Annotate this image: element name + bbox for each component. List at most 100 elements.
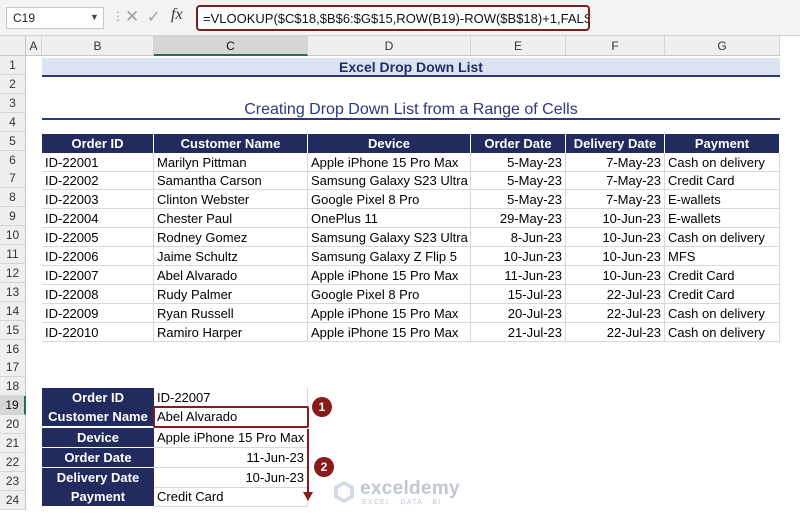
table-cell-order-date[interactable]: 29-May-23: [471, 209, 566, 229]
table-cell-device[interactable]: Samsung Galaxy S23 Ultra: [308, 228, 471, 248]
table-cell-device[interactable]: Samsung Galaxy Z Flip 5: [308, 247, 471, 266]
table-cell-order-date[interactable]: 5-May-23: [471, 152, 566, 172]
table-cell-order-date[interactable]: 8-Jun-23: [471, 228, 566, 248]
lookup-value-delivery-date[interactable]: 10-Jun-23: [154, 467, 308, 488]
table-cell-payment[interactable]: Cash on delivery: [665, 152, 780, 172]
column-header-b[interactable]: B: [42, 36, 154, 56]
table-cell-customer-name[interactable]: Rudy Palmer: [154, 284, 308, 304]
table-cell-order-id[interactable]: ID-22005: [42, 228, 154, 248]
insert-function-icon[interactable]: fx: [171, 6, 183, 24]
table-cell-customer-name[interactable]: Ramiro Harper: [154, 322, 308, 342]
lookup-value-order-id[interactable]: ID-22007: [154, 387, 308, 408]
table-cell-order-date[interactable]: 15-Jul-23: [471, 284, 566, 304]
column-header-g[interactable]: G: [665, 36, 780, 56]
row-header-13[interactable]: 13: [0, 282, 26, 302]
table-cell-payment[interactable]: Credit Card: [665, 284, 780, 304]
table-cell-customer-name[interactable]: Ryan Russell: [154, 303, 308, 323]
table-cell-order-id[interactable]: ID-22002: [42, 171, 154, 191]
table-cell-customer-name[interactable]: Chester Paul: [154, 209, 308, 229]
row-header-3[interactable]: 3: [0, 93, 26, 113]
select-all-corner[interactable]: [0, 36, 26, 56]
table-cell-payment[interactable]: Cash on delivery: [665, 322, 780, 342]
row-header-17[interactable]: 17: [0, 358, 26, 378]
row-header-16[interactable]: 16: [0, 339, 26, 359]
row-header-23[interactable]: 23: [0, 471, 26, 491]
lookup-value-order-date[interactable]: 11-Jun-23: [154, 448, 308, 468]
table-cell-customer-name[interactable]: Clinton Webster: [154, 190, 308, 210]
active-cell-outline[interactable]: [153, 406, 309, 428]
table-cell-delivery-date[interactable]: 7-May-23: [566, 152, 665, 172]
table-cell-customer-name[interactable]: Marilyn Pittman: [154, 152, 308, 172]
row-header-11[interactable]: 11: [0, 245, 26, 264]
table-cell-order-id[interactable]: ID-22008: [42, 284, 154, 304]
table-cell-device[interactable]: Google Pixel 8 Pro: [308, 190, 471, 210]
table-cell-device[interactable]: Google Pixel 8 Pro: [308, 284, 471, 304]
table-cell-device[interactable]: Apple iPhone 15 Pro Max: [308, 152, 471, 172]
table-cell-order-id[interactable]: ID-22006: [42, 247, 154, 266]
table-cell-order-id[interactable]: ID-22003: [42, 190, 154, 210]
column-header-e[interactable]: E: [471, 36, 566, 56]
table-cell-customer-name[interactable]: Rodney Gomez: [154, 228, 308, 248]
table-cell-order-date[interactable]: 5-May-23: [471, 190, 566, 210]
cancel-icon[interactable]: ✕: [125, 7, 139, 27]
row-header-4[interactable]: 4: [0, 112, 26, 132]
row-header-7[interactable]: 7: [0, 169, 26, 189]
lookup-value-device[interactable]: Apple iPhone 15 Pro Max: [154, 428, 308, 448]
table-cell-device[interactable]: Apple iPhone 15 Pro Max: [308, 303, 471, 323]
table-cell-order-date[interactable]: 10-Jun-23: [471, 247, 566, 266]
table-cell-order-id[interactable]: ID-22010: [42, 322, 154, 342]
row-header-9[interactable]: 9: [0, 207, 26, 227]
table-cell-payment[interactable]: MFS: [665, 247, 780, 266]
row-header-12[interactable]: 12: [0, 263, 26, 283]
table-cell-delivery-date[interactable]: 10-Jun-23: [566, 265, 665, 285]
row-header-18[interactable]: 18: [0, 377, 26, 397]
row-header-21[interactable]: 21: [0, 434, 26, 453]
row-header-19[interactable]: 19: [0, 396, 26, 416]
column-header-f[interactable]: F: [566, 36, 665, 56]
table-cell-delivery-date[interactable]: 22-Jul-23: [566, 322, 665, 342]
column-header-d[interactable]: D: [308, 36, 471, 56]
table-cell-device[interactable]: Apple iPhone 15 Pro Max: [308, 322, 471, 342]
table-cell-delivery-date[interactable]: 22-Jul-23: [566, 303, 665, 323]
table-cell-delivery-date[interactable]: 10-Jun-23: [566, 209, 665, 229]
row-header-1[interactable]: 1: [0, 56, 26, 75]
table-cell-payment[interactable]: E-wallets: [665, 209, 780, 229]
table-cell-device[interactable]: OnePlus 11: [308, 209, 471, 229]
table-cell-payment[interactable]: E-wallets: [665, 190, 780, 210]
table-cell-payment[interactable]: Cash on delivery: [665, 303, 780, 323]
table-cell-delivery-date[interactable]: 22-Jul-23: [566, 284, 665, 304]
row-header-22[interactable]: 22: [0, 452, 26, 472]
table-cell-delivery-date[interactable]: 10-Jun-23: [566, 247, 665, 266]
row-header-15[interactable]: 15: [0, 320, 26, 340]
table-cell-delivery-date[interactable]: 7-May-23: [566, 171, 665, 191]
table-cell-order-id[interactable]: ID-22009: [42, 303, 154, 323]
table-cell-order-date[interactable]: 20-Jul-23: [471, 303, 566, 323]
table-cell-payment[interactable]: Credit Card: [665, 171, 780, 191]
table-cell-customer-name[interactable]: Samantha Carson: [154, 171, 308, 191]
column-header-a[interactable]: A: [26, 36, 42, 56]
lookup-value-payment[interactable]: Credit Card: [154, 487, 308, 507]
table-cell-order-date[interactable]: 5-May-23: [471, 171, 566, 191]
table-cell-device[interactable]: Apple iPhone 15 Pro Max: [308, 265, 471, 285]
table-cell-payment[interactable]: Credit Card: [665, 265, 780, 285]
row-header-10[interactable]: 10: [0, 226, 26, 246]
table-cell-device[interactable]: Samsung Galaxy S23 Ultra: [308, 171, 471, 191]
enter-icon[interactable]: ✓: [147, 7, 160, 27]
table-cell-customer-name[interactable]: Abel Alvarado: [154, 265, 308, 285]
row-header-6[interactable]: 6: [0, 150, 26, 170]
row-header-14[interactable]: 14: [0, 301, 26, 321]
table-cell-delivery-date[interactable]: 10-Jun-23: [566, 228, 665, 248]
table-cell-order-date[interactable]: 11-Jun-23: [471, 265, 566, 285]
chevron-down-icon[interactable]: ▼: [90, 12, 99, 22]
row-header-2[interactable]: 2: [0, 74, 26, 94]
table-cell-customer-name[interactable]: Jaime Schultz: [154, 247, 308, 266]
column-header-c[interactable]: C: [154, 36, 308, 56]
table-cell-order-id[interactable]: ID-22007: [42, 265, 154, 285]
row-header-24[interactable]: 24: [0, 490, 26, 510]
table-cell-payment[interactable]: Cash on delivery: [665, 228, 780, 248]
row-header-5[interactable]: 5: [0, 131, 26, 151]
table-cell-order-id[interactable]: ID-22001: [42, 152, 154, 172]
row-header-8[interactable]: 8: [0, 188, 26, 208]
table-cell-delivery-date[interactable]: 7-May-23: [566, 190, 665, 210]
formula-input[interactable]: =VLOOKUP($C$18,$B$6:$G$15,ROW(B19)-ROW($…: [196, 5, 590, 31]
